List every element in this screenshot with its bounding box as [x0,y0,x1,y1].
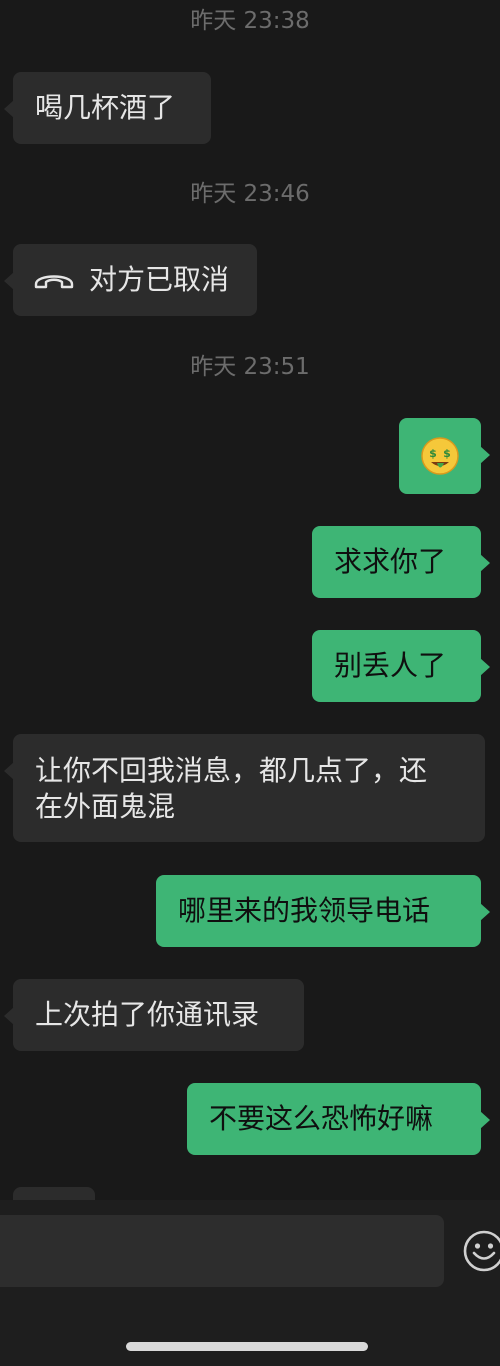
money-face-emoji: $ $ [421,437,459,475]
svg-text:$: $ [429,447,437,460]
phone-hangup-icon [34,275,74,289]
outgoing-emoji-bubble[interactable]: $ $ [399,418,490,494]
message-input[interactable] [0,1215,444,1287]
message-text-line-1: 让你不回我消息，都几点了，还 [35,754,428,787]
outgoing-message-bubble[interactable]: 求求你了 [312,526,490,598]
message-text: 上次拍了你通讯录 [35,998,260,1031]
message-text: 不要这么恐怖好嘛 [209,1102,434,1135]
message-text-line-2: 在外面鬼混 [35,790,176,823]
message-text: 求求你了 [334,545,447,578]
call-status-text: 对方已取消 [89,263,230,296]
incoming-message-bubble[interactable]: 喝几杯酒了 [4,72,211,144]
svg-text:$: $ [443,447,451,460]
timestamp: 昨天 23:38 [190,8,310,34]
call-record-bubble[interactable]: 对方已取消 [4,244,257,316]
incoming-message-bubble[interactable]: 上次拍了你通讯录 [4,979,304,1051]
message-text: 喝几杯酒了 [35,91,176,124]
timestamp: 昨天 23:46 [190,181,310,207]
home-indicator[interactable] [126,1342,368,1351]
outgoing-message-bubble[interactable]: 别丢人了 [312,630,490,702]
message-text: 哪里来的我领导电话 [178,894,431,927]
incoming-message-bubble[interactable]: 让你不回我消息，都几点了，还 在外面鬼混 [4,734,485,842]
outgoing-message-bubble[interactable]: 不要这么恐怖好嘛 [187,1083,490,1155]
timestamp: 昨天 23:51 [190,354,310,380]
message-text: 别丢人了 [334,649,447,682]
outgoing-message-bubble[interactable]: 哪里来的我领导电话 [156,875,490,947]
smiley-face-icon[interactable] [462,1229,500,1273]
